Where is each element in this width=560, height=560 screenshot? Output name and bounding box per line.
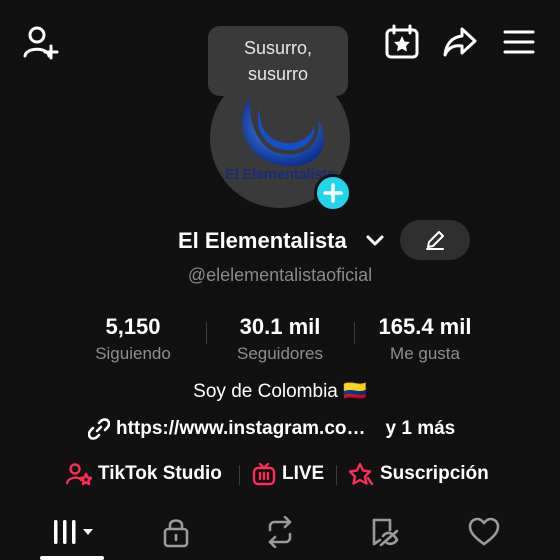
edit-profile-button[interactable] <box>400 220 470 260</box>
repost-icon <box>268 516 292 548</box>
profile-link-url[interactable]: https://www.instagram.co… <box>116 418 366 440</box>
calendar-star-icon[interactable] <box>384 24 420 60</box>
chip-divider <box>239 465 240 485</box>
active-tab-indicator <box>40 556 104 560</box>
live-tv-icon <box>252 462 276 486</box>
stat-followers[interactable]: 30.1 mil Seguidores <box>205 314 355 364</box>
tab-liked[interactable] <box>456 512 512 552</box>
tooltip-line-1: Susurro, <box>243 38 313 58</box>
tiktok-studio-chip[interactable]: TikTok Studio <box>66 460 222 488</box>
add-friend-icon[interactable] <box>22 24 60 60</box>
tiktok-studio-label: TikTok Studio <box>98 463 222 484</box>
plus-icon <box>323 183 343 203</box>
username-handle: @elelementalistaoficial <box>187 265 373 285</box>
subscription-star-icon <box>348 462 374 486</box>
share-icon[interactable] <box>442 26 478 58</box>
add-avatar-button[interactable] <box>314 174 352 212</box>
live-chip[interactable]: LIVE <box>252 460 324 488</box>
followers-count: 30.1 mil <box>239 314 321 339</box>
person-star-icon <box>66 463 92 486</box>
tab-favorites[interactable] <box>356 512 412 552</box>
stat-following[interactable]: 5,150 Siguiendo <box>58 314 208 364</box>
hidden-liked-icon <box>372 518 399 547</box>
profile-name-row: El Elementalista <box>0 228 560 256</box>
subscription-label: Suscripción <box>380 463 489 484</box>
tooltip-line-2: susurro <box>247 64 309 84</box>
tab-reposts[interactable] <box>252 512 308 552</box>
tab-private[interactable] <box>148 512 204 552</box>
likes-count: 165.4 mil <box>378 314 472 339</box>
likes-label: Me gusta <box>390 344 460 363</box>
chevron-down-icon[interactable] <box>366 234 384 248</box>
tab-videos-grid[interactable] <box>46 512 102 552</box>
link-icon <box>88 418 110 440</box>
grid-columns-icon <box>54 520 93 544</box>
display-name[interactable]: El Elementalista <box>178 228 347 254</box>
pencil-icon <box>426 231 444 250</box>
profile-bio: Soy de Colombia 🇨🇴 <box>193 381 367 402</box>
tooltip: Susurro, susurro <box>208 26 348 96</box>
following-count: 5,150 <box>105 314 161 339</box>
followers-label: Seguidores <box>236 344 323 363</box>
menu-icon[interactable] <box>502 28 536 56</box>
lock-icon <box>163 519 189 548</box>
subscription-chip[interactable]: Suscripción <box>348 460 489 488</box>
heart-icon <box>468 517 500 546</box>
more-links[interactable]: y 1 más <box>386 418 456 440</box>
profile-link-row[interactable]: https://www.instagram.co… y 1 más <box>88 416 455 442</box>
chip-divider <box>336 465 337 485</box>
stat-likes[interactable]: 165.4 mil Me gusta <box>350 314 500 364</box>
live-label: LIVE <box>282 463 325 484</box>
following-label: Siguiendo <box>95 344 171 363</box>
